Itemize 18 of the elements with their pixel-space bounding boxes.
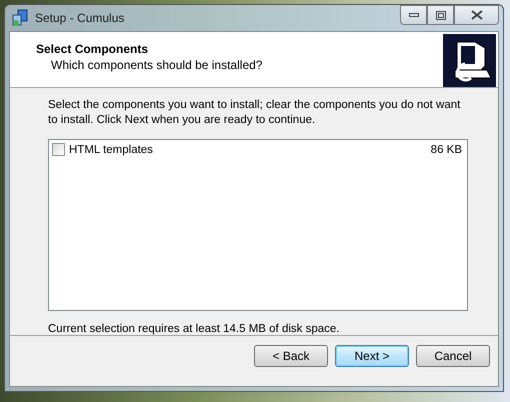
back-button[interactable]: < Back [254, 345, 328, 367]
close-button[interactable] [454, 5, 499, 25]
instructions-text: Select the components you want to install; clear the components you do not want to install. Click Next when you are ready to continue. [48, 98, 462, 128]
page-title: Select Components [36, 42, 150, 56]
maximize-button[interactable] [427, 5, 454, 25]
cancel-button[interactable]: Cancel [416, 345, 490, 367]
checkbox[interactable] [52, 143, 65, 156]
maximize-icon [436, 10, 446, 20]
page-subtitle: Which components should be installed? [51, 58, 264, 72]
minimize-button[interactable] [400, 5, 427, 25]
setup-icon [11, 9, 29, 27]
minimize-icon [408, 13, 418, 17]
next-button[interactable]: Next > [335, 345, 409, 367]
window-title: Setup - Cumulus [35, 11, 124, 25]
disk-space-text: Current selection requires at least 14.5 MB of disk space. [48, 323, 340, 335]
component-size: 86 KB [430, 144, 463, 156]
close-icon [470, 10, 482, 20]
component-name: HTML templates [69, 144, 153, 156]
